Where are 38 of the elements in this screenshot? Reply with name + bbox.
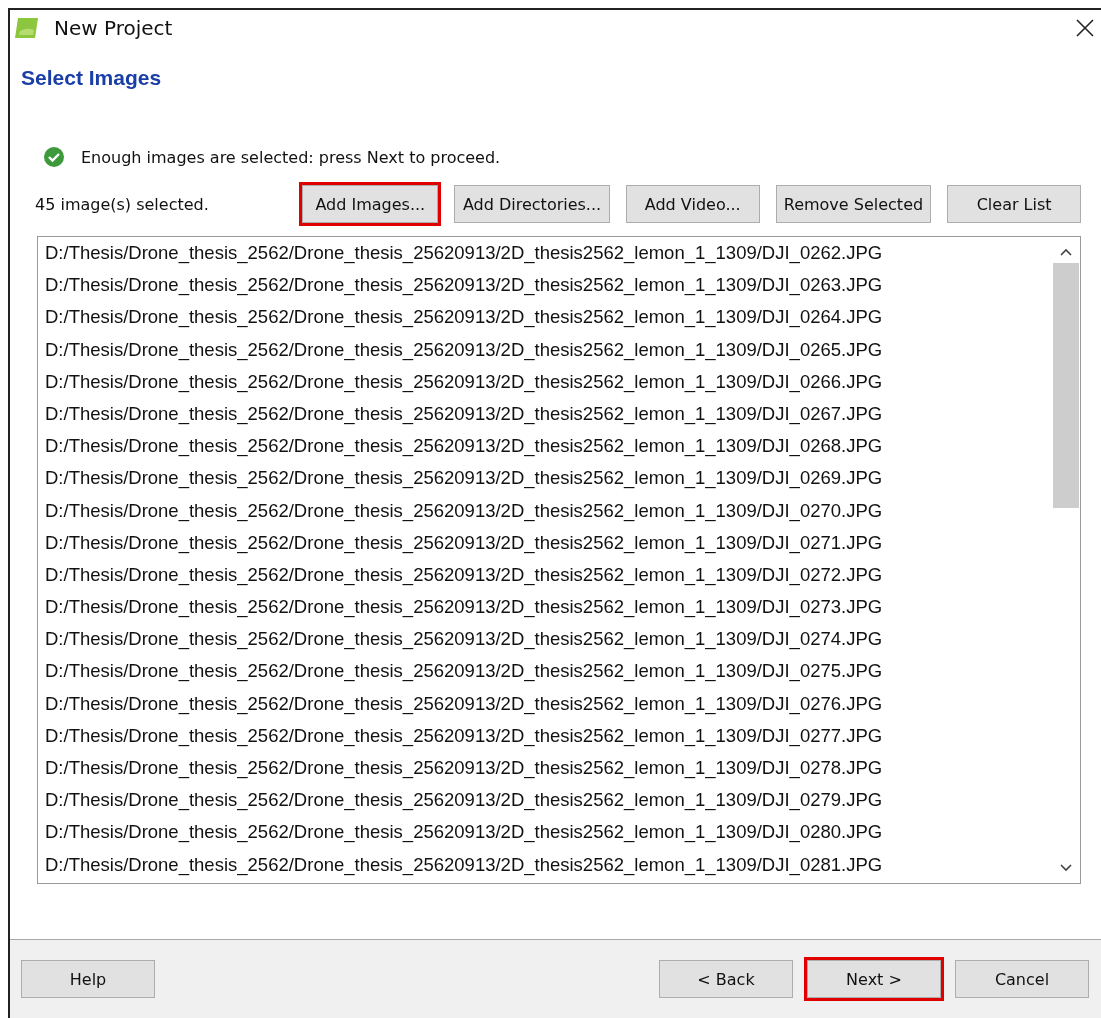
toolbar-button[interactable]: Add Directories... bbox=[454, 185, 610, 223]
file-path[interactable]: D:/Thesis/Drone_thesis_2562/Drone_thesis_25620913/2D_thesis2562_lemon_1_1309/DJI_0277.JPG bbox=[45, 719, 1052, 752]
file-path[interactable]: D:/Thesis/Drone_thesis_2562/Drone_thesis_25620913/2D_thesis2562_lemon_1_1309/DJI_0269.JPG bbox=[45, 462, 1052, 495]
file-path[interactable]: D:/Thesis/Drone_thesis_2562/Drone_thesis_25620913/2D_thesis2562_lemon_1_1309/DJI_0274.JPG bbox=[45, 623, 1052, 656]
page-heading: Select Images bbox=[21, 66, 163, 90]
file-path[interactable]: D:/Thesis/Drone_thesis_2562/Drone_thesis_25620913/2D_thesis2562_lemon_1_1309/DJI_0272.JPG bbox=[45, 558, 1052, 592]
file-path[interactable]: D:/Thesis/Drone_thesis_2562/Drone_thesis_25620913/2D_thesis2562_lemon_1_1309/DJI_0267.JPG bbox=[45, 397, 1052, 431]
file-path[interactable]: D:/Thesis/Drone_thesis_2562/Drone_thesis_25620913/2D_thesis2562_lemon_1_1309/DJI_0280.JPG bbox=[45, 816, 1052, 849]
file-path[interactable]: D:/Thesis/Drone_thesis_2562/Drone_thesis_25620913/2D_thesis2562_lemon_1_1309/DJI_0281.JPG bbox=[45, 848, 1052, 881]
dialog-button[interactable]: Cancel bbox=[955, 960, 1089, 998]
selection-count: 45 image(s) selected. bbox=[35, 194, 210, 214]
dialog-button[interactable]: Help bbox=[21, 960, 155, 998]
file-path[interactable]: D:/Thesis/Drone_thesis_2562/Drone_thesis_25620913/2D_thesis2562_lemon_1_1309/DJI_0263.JPG bbox=[45, 269, 1052, 302]
file-path[interactable]: D:/Thesis/Drone_thesis_2562/Drone_thesis_25620913/2D_thesis2562_lemon_1_1309/DJI_0279.JPG bbox=[45, 784, 1052, 817]
file-path[interactable]: D:/Thesis/Drone_thesis_2562/Drone_thesis_25620913/2D_thesis2562_lemon_1_1309/DJI_0278.JPG bbox=[45, 752, 1052, 785]
file-path[interactable]: D:/Thesis/Drone_thesis_2562/Drone_thesis_25620913/2D_thesis2562_lemon_1_1309/DJI_0262.JPG bbox=[45, 237, 1052, 270]
file-path[interactable]: D:/Thesis/Drone_thesis_2562/Drone_thesis_25620913/2D_thesis2562_lemon_1_1309/DJI_0268.JPG bbox=[45, 430, 1052, 463]
toolbar-button[interactable]: Clear List bbox=[947, 185, 1081, 223]
scroll-up-icon[interactable] bbox=[1059, 247, 1073, 257]
scroll-down-icon[interactable] bbox=[1059, 863, 1073, 873]
status-message: Enough images are selected: press Next to proceed. bbox=[81, 147, 501, 167]
file-path[interactable]: D:/Thesis/Drone_thesis_2562/Drone_thesis_25620913/2D_thesis2562_lemon_1_1309/DJI_0275.JPG bbox=[45, 655, 1052, 688]
dialog-button[interactable]: < Back bbox=[659, 960, 793, 998]
file-path[interactable]: D:/Thesis/Drone_thesis_2562/Drone_thesis_25620913/2D_thesis2562_lemon_1_1309/DJI_0265.JPG bbox=[45, 333, 1052, 366]
toolbar-button[interactable]: Add Video... bbox=[625, 185, 760, 223]
close-icon[interactable] bbox=[1075, 18, 1095, 38]
file-path[interactable]: D:/Thesis/Drone_thesis_2562/Drone_thesis_25620913/2D_thesis2562_lemon_1_1309/DJI_0270.JPG bbox=[45, 494, 1052, 527]
app-logo-icon bbox=[14, 15, 40, 41]
file-path[interactable]: D:/Thesis/Drone_thesis_2562/Drone_thesis_25620913/2D_thesis2562_lemon_1_1309/DJI_0273.JPG bbox=[45, 591, 1052, 624]
window-title: New Project bbox=[54, 16, 174, 40]
file-path[interactable]: D:/Thesis/Drone_thesis_2562/Drone_thesis_25620913/2D_thesis2562_lemon_1_1309/DJI_0271.JPG bbox=[45, 526, 1052, 559]
dialog-button[interactable]: Next > bbox=[807, 960, 941, 998]
file-path[interactable]: D:/Thesis/Drone_thesis_2562/Drone_thesis_25620913/2D_thesis2562_lemon_1_1309/DJI_0276.JPG bbox=[45, 687, 1052, 720]
file-path[interactable]: D:/Thesis/Drone_thesis_2562/Drone_thesis_25620913/2D_thesis2562_lemon_1_1309/DJI_0264.JPG bbox=[45, 301, 1052, 334]
scroll-thumb[interactable] bbox=[1053, 263, 1079, 508]
file-path[interactable]: D:/Thesis/Drone_thesis_2562/Drone_thesis_25620913/2D_thesis2562_lemon_1_1309/DJI_0266.JPG bbox=[45, 365, 1052, 398]
toolbar-button[interactable]: Add Images... bbox=[302, 185, 439, 223]
toolbar-button[interactable]: Remove Selected bbox=[775, 185, 932, 223]
